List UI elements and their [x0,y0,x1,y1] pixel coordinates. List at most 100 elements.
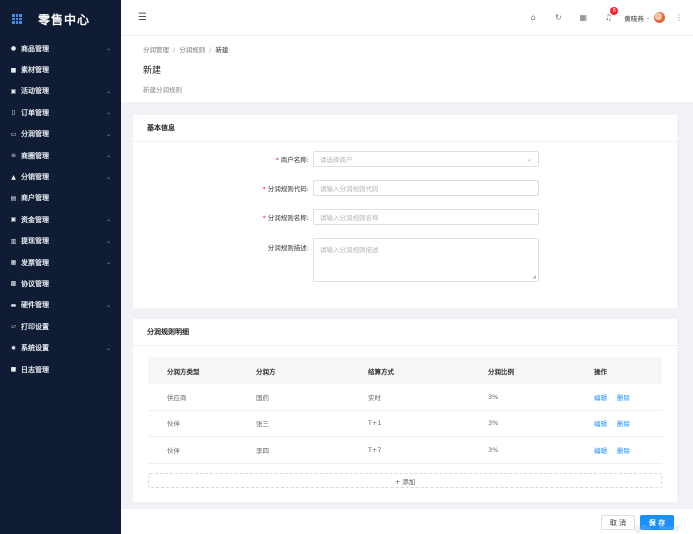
shop-icon: ▤ [10,194,17,202]
sidebar-item[interactable]: ▲ 分销管理 ⌄ [0,166,121,187]
invoice-icon: ▦ [10,259,17,267]
party-type-cell: 供应商 [167,393,187,402]
breadcrumb: 分润管理 / 分润规则 / 新建 [143,46,229,54]
apps-icon[interactable]: ▦ [577,12,589,24]
sidebar-item[interactable]: ▯ 订单管理 ⌄ [0,102,121,123]
column-header: 结算方式 [368,367,394,376]
sidebar-item-label: 硬件管理 [21,301,49,310]
sidebar-item-label: 协议管理 [21,279,49,288]
settle-cell: T+1 [368,419,382,428]
sidebar-item-label: 提现管理 [21,237,49,246]
sidebar-item[interactable]: ✹ 系统设置 ⌄ [0,337,121,358]
party-cell: 张三 [256,420,269,429]
sidebar-item-label: 打印设置 [21,322,49,331]
table-row: 供应商 国药 实时 3% 编辑 删除 [148,384,662,411]
rule-name-row: * 分润规则名称: 请输入分润规则名称 [138,209,539,225]
top-header: ☰ ⌂ ↻ ▦ ♫ 6 黄晓燕 ⌄ ⋮ [121,0,693,36]
brand: 零售中心 [0,0,121,38]
rule-code-row: * 分润规则代码: 请输入分润规则代码 [138,180,539,196]
party-cell: 国药 [256,393,269,402]
rule-desc-placeholder: 请输入分润规则描述 [320,246,379,254]
table-body: 供应商 国药 实时 3% 编辑 删除 伙伴 张三 T+1 3% 编辑 删除 伙伴 李四 T+7 3% 编辑 删除 [148,384,662,464]
sidebar-item[interactable]: ▤ 商户管理 [0,188,121,209]
delete-link[interactable]: 删除 [617,394,630,402]
rule-code-placeholder: 请输入分润规则代码 [320,185,379,193]
sidebar-item-label: 日志管理 [21,365,49,374]
delete-link[interactable]: 删除 [617,420,630,428]
home-icon: ▲ [11,173,16,181]
chevron-down-icon: ⌄ [105,152,111,160]
breadcrumb-current: 新建 [215,46,229,54]
home-icon[interactable]: ⌂ [527,12,539,24]
actions-cell: 编辑 删除 [594,392,662,402]
menu-toggle-icon[interactable]: ☰ [138,12,147,23]
rule-code-input[interactable]: 请输入分润规则代码 [313,180,539,196]
sidebar-item[interactable]: ▱ 打印设置 [0,316,121,337]
tag-icon: ● [10,45,17,53]
add-row-button[interactable]: + 添加 [148,473,662,488]
chevron-down-icon: ⌄ [645,14,650,21]
edit-link[interactable]: 编辑 [594,420,607,428]
sidebar-item[interactable]: ● 商品管理 ⌄ [0,38,121,59]
rule-desc-textarea[interactable]: 请输入分润规则描述 ◢ [313,238,539,282]
more-vertical-icon[interactable]: ⋮ [675,13,683,22]
sidebar-item[interactable]: ▣ 活动管理 ⌄ [0,81,121,102]
chevron-down-icon: ⌄ [105,237,111,245]
refresh-icon[interactable]: ↻ [552,12,564,24]
bell-icon[interactable]: ♫ 6 [602,6,619,24]
edit-link[interactable]: 编辑 [594,394,607,402]
rule-name-placeholder: 请输入分润规则名称 [320,214,379,222]
column-header: 分润方 [256,367,276,376]
party-type-cell: 伙伴 [167,420,180,429]
ratio-cell: 3% [488,445,499,454]
rule-name-input[interactable]: 请输入分润规则名称 [313,209,539,225]
gear-icon: ✹ [10,344,17,352]
sidebar-item[interactable]: ▥ 提现管理 ⌄ [0,231,121,252]
page-subtitle: 新建分润规则 [143,86,182,94]
notification-badge: 6 [610,6,619,15]
column-header: 分润比例 [488,367,514,376]
sidebar-item[interactable]: ▦ 发票管理 ⌄ [0,252,121,273]
order-icon: ▯ [11,109,16,117]
party-type-cell: 伙伴 [167,446,180,455]
sidebar-item[interactable]: ▣ 资金管理 ⌄ [0,209,121,230]
merchant-select[interactable]: 请选择商户 ⌄ [313,151,539,167]
rule-desc-row: 分润规则描述: 请输入分润规则描述 ◢ [138,238,539,282]
monitor-icon: ▭ [10,130,17,138]
chevron-down-icon: ⌄ [105,216,111,224]
edit-link[interactable]: 编辑 [594,447,607,455]
chevron-down-icon: ⌄ [105,87,111,95]
cancel-button[interactable]: 取 消 [601,515,635,530]
basic-info-title: 基本信息 [133,115,677,142]
breadcrumb-item[interactable]: 分润管理 [143,46,169,54]
sidebar-item-label: 商户管理 [21,194,49,203]
sidebar-item[interactable]: ▬ 硬件管理 ⌄ [0,295,121,316]
user-menu[interactable]: 黄晓燕 ⌄ [624,12,665,23]
actions-cell: 编辑 删除 [594,418,662,428]
page-title: 新建 [143,66,162,76]
printer-icon: ▱ [11,323,16,331]
header-actions: ⌂ ↻ ▦ ♫ 6 黄晓燕 ⌄ ⋮ [514,6,683,24]
merchant-placeholder: 请选择商户 [320,156,353,164]
chevron-down-icon: ⌄ [105,109,111,117]
sidebar-item[interactable]: ■ 素材管理 [0,59,121,80]
breadcrumb-item[interactable]: 分润规则 [179,46,205,54]
chevron-down-icon: ⌄ [105,344,111,352]
ratio-cell: 3% [488,392,499,401]
merchant-label: * 商户名称: [275,156,309,164]
merchant-row: * 商户名称: 请选择商户 ⌄ [138,151,539,167]
delete-link[interactable]: 删除 [617,447,630,455]
sidebar-item[interactable]: ▭ 分润管理 ⌄ [0,124,121,145]
rule-desc-label: 分润规则描述: [267,244,309,252]
sidebar-item[interactable]: ■ 日志管理 [0,359,121,380]
list-icon: ≡ [10,152,17,160]
avatar[interactable] [654,12,665,23]
sidebar-item[interactable]: ≡ 商圈管理 ⌄ [0,145,121,166]
settle-cell: 实时 [368,393,381,402]
page-header: 分润管理 / 分润规则 / 新建 新建 新建分润规则 [121,36,693,102]
settle-cell: T+7 [368,445,382,454]
sidebar-item[interactable]: ▩ 协议管理 [0,273,121,294]
app-title: 零售中心 [38,12,91,27]
party-cell: 李四 [256,446,269,455]
resize-grip-icon[interactable]: ◢ [532,274,536,280]
